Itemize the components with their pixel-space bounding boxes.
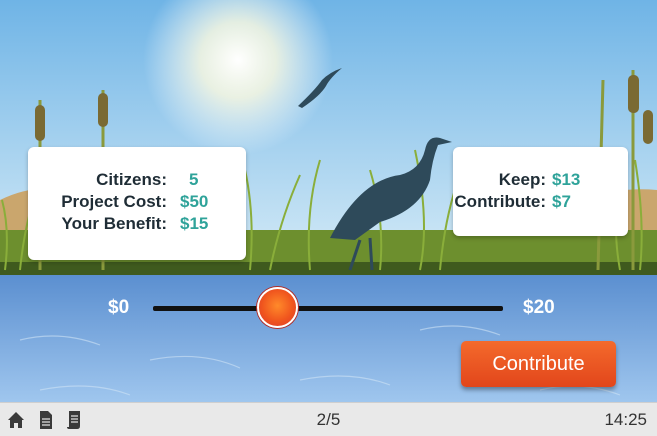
- your-benefit-label: Your Benefit:: [61, 214, 167, 233]
- project-cost-row: Project Cost: $50: [28, 191, 246, 213]
- stats-card: Citizens: 5 Project Cost: $50 Your Benef…: [28, 147, 246, 260]
- project-cost-label: Project Cost:: [61, 192, 167, 211]
- keep-row: Keep: $13: [453, 169, 628, 191]
- page-indicator: 2/5: [316, 410, 341, 429]
- citizens-value: 5: [189, 170, 199, 189]
- keep-value: $13: [552, 170, 581, 189]
- contribute-button[interactable]: Contribute: [461, 341, 616, 387]
- clock: 14:25: [604, 410, 647, 429]
- slider-max-label: $20: [523, 297, 555, 318]
- allocation-card: Keep: $13 Contribute: $7: [453, 147, 628, 236]
- contribution-slider-handle[interactable]: [257, 287, 298, 328]
- citizens-label: Citizens:: [96, 170, 167, 189]
- keep-label: Keep:: [498, 170, 546, 189]
- your-benefit-row: Your Benefit: $15: [28, 213, 246, 235]
- contribution-slider-track[interactable]: [153, 306, 503, 311]
- project-cost-value: $50: [180, 192, 209, 211]
- citizens-row: Citizens: 5: [28, 169, 246, 191]
- slider-min-label: $0: [108, 297, 130, 318]
- contribute-label: Contribute:: [454, 192, 546, 211]
- bottom-bar: 2/5 14:25: [0, 402, 657, 436]
- your-benefit-value: $15: [180, 214, 209, 233]
- contribute-row: Contribute: $7: [453, 191, 628, 213]
- contribute-value: $7: [552, 192, 571, 211]
